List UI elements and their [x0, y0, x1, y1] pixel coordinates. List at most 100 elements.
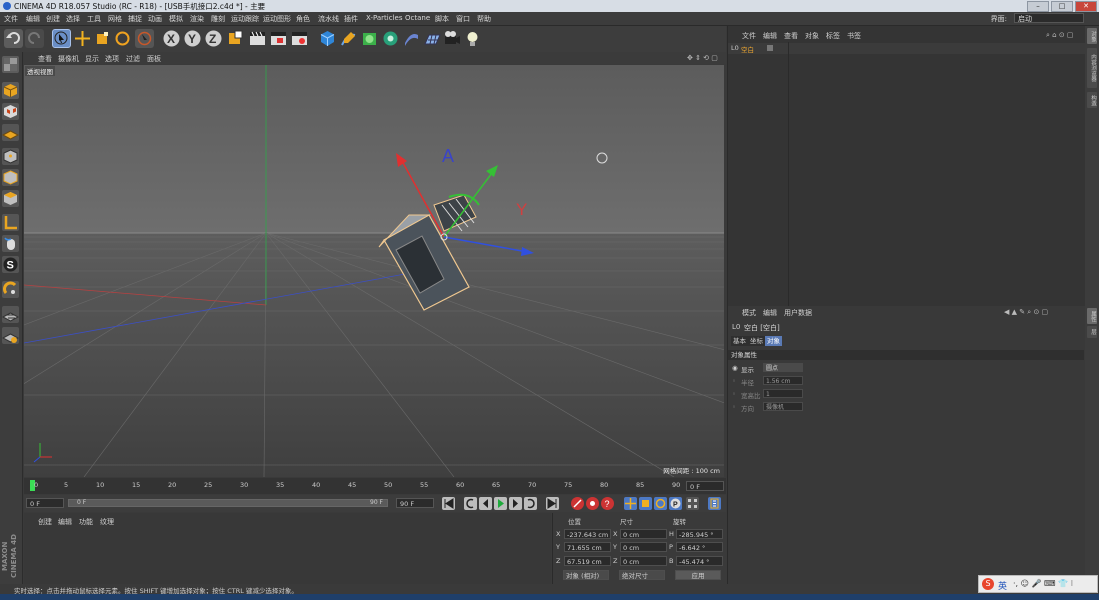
size-y-field[interactable]: 0 cm: [620, 542, 667, 552]
axis-mode-button[interactable]: [2, 214, 19, 231]
render-settings-button[interactable]: [290, 29, 309, 48]
obj-menu-object[interactable]: 对象: [805, 31, 819, 41]
size-mode-select[interactable]: 绝对尺寸: [619, 570, 665, 580]
next-frame-button[interactable]: [509, 497, 522, 510]
pos-x-field[interactable]: -237.643 cm: [564, 529, 611, 539]
coordinate-system-button[interactable]: [226, 29, 245, 48]
menu-sculpt[interactable]: 雕刻: [211, 14, 225, 24]
key-position-button[interactable]: [624, 497, 637, 510]
go-to-end-button[interactable]: [546, 497, 559, 510]
prev-key-button[interactable]: [464, 497, 477, 510]
z-axis-lock-button[interactable]: Z: [204, 29, 223, 48]
edges-mode-button[interactable]: [2, 169, 19, 186]
mat-menu-texture[interactable]: 纹理: [100, 517, 114, 527]
right-tab-objects[interactable]: 对象: [1087, 28, 1097, 44]
live-select-button[interactable]: [52, 29, 71, 48]
x-axis-lock-button[interactable]: X: [162, 29, 181, 48]
rotate-button[interactable]: [113, 29, 132, 48]
key-rotation-button[interactable]: [654, 497, 667, 510]
make-editable-button[interactable]: [2, 56, 19, 73]
camera-button[interactable]: [443, 29, 462, 48]
menu-render[interactable]: 渲染: [190, 14, 204, 24]
menu-mograph[interactable]: 运动图形: [263, 14, 291, 24]
rot-p-field[interactable]: -6.642 °: [676, 542, 723, 552]
render-picture-viewer-button[interactable]: [269, 29, 288, 48]
vp-menu-panel[interactable]: 面板: [147, 54, 161, 64]
redo-button[interactable]: [25, 29, 44, 48]
menu-file[interactable]: 文件: [4, 14, 18, 24]
size-x-field[interactable]: 0 cm: [620, 529, 667, 539]
record-button[interactable]: [571, 497, 584, 510]
obj-menu-edit[interactable]: 编辑: [763, 31, 777, 41]
menu-motion-tracking[interactable]: 运动跟踪: [231, 14, 259, 24]
coordinate-mode-select[interactable]: 对象 (相对): [563, 570, 609, 580]
attr-menu-mode[interactable]: 模式: [742, 308, 756, 318]
texture-mode-button[interactable]: [2, 103, 19, 120]
vp-menu-display[interactable]: 显示: [85, 54, 99, 64]
cloner-button[interactable]: [381, 29, 400, 48]
menu-create[interactable]: 创建: [46, 14, 60, 24]
ime-mode-label[interactable]: 英: [998, 579, 1007, 592]
cube-button[interactable]: [318, 29, 337, 48]
vp-menu-options[interactable]: 选项: [105, 54, 119, 64]
tab-basic[interactable]: 基本: [731, 336, 748, 346]
undo-button[interactable]: [4, 29, 23, 48]
obj-menu-file[interactable]: 文件: [742, 31, 756, 41]
vp-nav-icons[interactable]: ✥ ⇕ ⟲ ▢: [687, 54, 718, 62]
key-parameter-button[interactable]: P: [669, 497, 682, 510]
menu-edit[interactable]: 编辑: [26, 14, 40, 24]
viewport-label[interactable]: 透视视图: [25, 66, 55, 76]
radius-field[interactable]: 1.56 cm: [763, 376, 803, 385]
floor-button[interactable]: [423, 29, 442, 48]
perspective-viewport[interactable]: A Y 透视视图 网格间距 : 100 cm: [24, 65, 724, 477]
menu-help[interactable]: 帮助: [477, 14, 491, 24]
orientation-radio-icon[interactable]: ◦: [732, 403, 736, 411]
scale-button[interactable]: [93, 29, 112, 48]
vp-menu-filter[interactable]: 过滤: [126, 54, 140, 64]
recent-tool-button[interactable]: [135, 29, 154, 48]
workplane-button[interactable]: [1, 124, 20, 141]
obj-menu-view[interactable]: 查看: [784, 31, 798, 41]
next-key-button[interactable]: [524, 497, 537, 510]
attr-menu-userdata[interactable]: 用户数据: [784, 308, 812, 318]
size-z-field[interactable]: 0 cm: [620, 556, 667, 566]
ime-tool-icons[interactable]: ·, ☺ 🎤 ⌨ 👕 ⁝: [1013, 579, 1073, 588]
menu-pipeline[interactable]: 流水线: [318, 14, 339, 24]
object-name[interactable]: 空白: [741, 44, 754, 54]
key-pla-button[interactable]: [686, 497, 699, 510]
visibility-dots-icon[interactable]: [767, 45, 773, 51]
enable-axis-button[interactable]: [2, 281, 19, 298]
pen-spline-button[interactable]: [339, 29, 358, 48]
tab-coordinates[interactable]: 坐标: [748, 336, 765, 346]
subdivision-surface-button[interactable]: [360, 29, 379, 48]
attr-menu-edit[interactable]: 编辑: [763, 308, 777, 318]
orientation-select[interactable]: 摄像机: [763, 402, 803, 411]
menu-x-particles[interactable]: X-Particles: [366, 14, 402, 22]
apply-button[interactable]: 应用: [675, 570, 721, 580]
play-button[interactable]: [494, 497, 507, 510]
obj-menu-bookmarks[interactable]: 书签: [847, 31, 861, 41]
right-tab-content-browser[interactable]: 内容浏览器: [1087, 48, 1097, 88]
menu-character[interactable]: 角色: [296, 14, 310, 24]
aspect-radio-icon[interactable]: ◦: [732, 390, 736, 398]
frame-range-slider[interactable]: 0 F 90 F: [68, 499, 388, 507]
layout-select[interactable]: 启动: [1014, 13, 1084, 23]
menu-mesh[interactable]: 网格: [108, 14, 122, 24]
obj-search-icon[interactable]: ⌕ ⌂ ⊙ ▢: [1046, 31, 1074, 40]
menu-script[interactable]: 脚本: [435, 14, 449, 24]
start-frame-field[interactable]: 0 F: [26, 498, 64, 508]
display-select[interactable]: 圆点: [763, 363, 803, 372]
model-mode-button[interactable]: [2, 82, 19, 99]
obj-menu-tags[interactable]: 标签: [826, 31, 840, 41]
right-tab-attributes[interactable]: 属性: [1087, 308, 1097, 324]
timeline-ruler[interactable]: 0 5 10 15 20 25 30 35 40 45 50 55 60 65 …: [24, 478, 726, 494]
go-to-start-button[interactable]: [442, 497, 455, 510]
pos-y-field[interactable]: 71.655 cm: [564, 542, 611, 552]
render-view-button[interactable]: [248, 29, 267, 48]
pos-z-field[interactable]: 67.519 cm: [564, 556, 611, 566]
aspect-field[interactable]: 1: [763, 389, 803, 398]
keyframe-selection-button[interactable]: ?: [601, 497, 614, 510]
tab-object[interactable]: 对象: [765, 336, 782, 346]
mat-menu-create[interactable]: 创建: [38, 517, 52, 527]
minimize-button[interactable]: –: [1027, 1, 1049, 12]
